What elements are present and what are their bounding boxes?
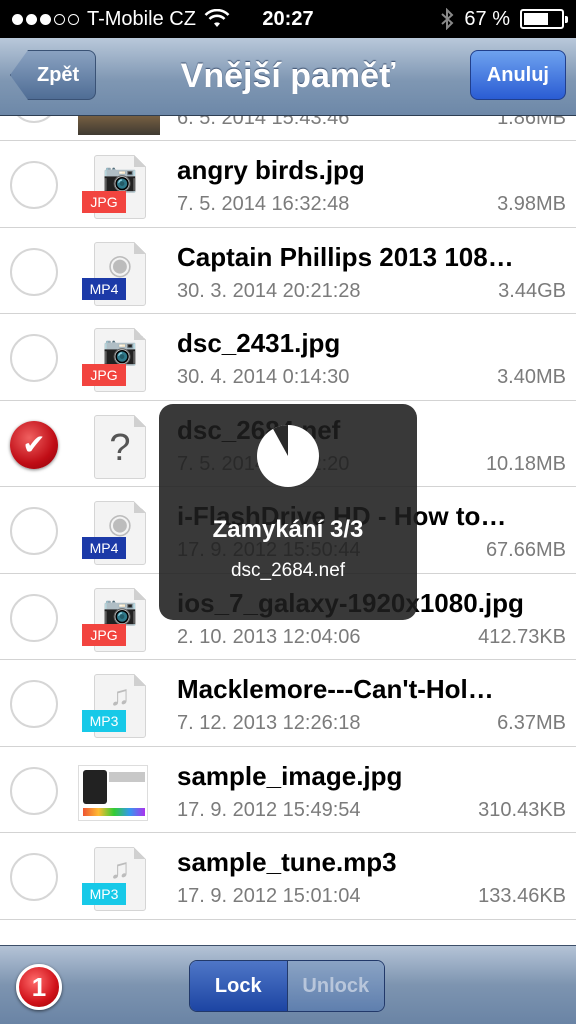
progress-hud: Zamykání 3/3 dsc_2684.nef xyxy=(159,404,417,620)
file-size: 3.98MB xyxy=(497,193,566,215)
file-size: 6.37MB xyxy=(497,712,566,734)
file-date: 2. 10. 2013 12:04:06 xyxy=(177,625,361,648)
checkbox-empty-icon[interactable] xyxy=(10,593,58,642)
jpg-file-icon: 📷 JPG xyxy=(78,328,148,392)
mp4-file-icon: ◉ MP4 xyxy=(78,501,148,565)
jpg-file-icon: 📷 JPG xyxy=(78,155,148,219)
checkbox-empty-icon[interactable] xyxy=(10,334,58,382)
file-row[interactable]: sample_image.jpg 17. 9. 2012 15:49:54 310.… xyxy=(0,746,576,833)
file-row[interactable]: ♫ MP3 Macklemore---Can't-Hol… 7. 12. 2013 1… xyxy=(0,660,576,747)
wifi-icon xyxy=(204,9,230,27)
file-size: 412.73KB xyxy=(478,625,566,648)
file-size: 310.43KB xyxy=(478,798,566,821)
jpg-file-icon: 📷 JPG xyxy=(78,587,148,652)
photo-thumbnail xyxy=(78,761,148,825)
file-date: 7. 12. 2013 12:26:18 xyxy=(177,712,361,734)
checkbox-checked-icon[interactable]: ✔ xyxy=(10,420,58,469)
signal-strength-icon xyxy=(12,13,79,25)
checkbox-empty-icon[interactable] xyxy=(10,507,58,555)
file-name: Captain Phillips 2013 108… xyxy=(177,241,514,272)
cancel-button[interactable]: Anuluj xyxy=(469,50,566,100)
back-button[interactable]: Zpět xyxy=(10,50,97,100)
file-name: angry birds.jpg xyxy=(177,155,365,185)
checkbox-empty-icon[interactable] xyxy=(10,247,58,296)
unlock-button[interactable]: Unlock xyxy=(287,961,384,1011)
file-date: 30. 3. 2014 20:21:28 xyxy=(177,279,361,302)
battery-percentage: 67 % xyxy=(464,7,510,30)
file-size: 3.44GB xyxy=(498,279,566,302)
checkbox-empty-icon[interactable] xyxy=(10,680,58,728)
file-row[interactable]: 📷 JPG dsc_2431.jpg 30. 4. 2014 0:14:30 3.40M… xyxy=(0,314,576,401)
mp3-file-icon: ♫ MP3 xyxy=(78,674,148,738)
checkbox-empty-icon[interactable] xyxy=(10,161,58,209)
checkbox-empty-icon[interactable] xyxy=(10,766,58,815)
file-name: Macklemore---Can't-Hol… xyxy=(177,674,494,704)
file-name: sample_tune.mp3 xyxy=(177,847,397,877)
page-title: Vnější paměť xyxy=(180,57,396,95)
file-row[interactable]: ◉ MP4 Captain Phillips 2013 108… 30. 3. 201… xyxy=(0,227,576,314)
bottom-toolbar: 1 Lock Unlock xyxy=(0,945,576,1024)
battery-icon xyxy=(520,9,568,29)
lock-button[interactable]: Lock xyxy=(190,961,288,1011)
file-date: 30. 4. 2014 0:14:30 xyxy=(177,366,350,388)
file-size: 10.18MB xyxy=(485,452,566,475)
file-row[interactable]: ♫ MP3 sample_tune.mp3 17. 9. 2012 15:01:04 1… xyxy=(0,833,576,920)
unknown-file-icon: ? xyxy=(78,414,148,479)
mp3-file-icon: ♫ MP3 xyxy=(78,847,148,911)
status-bar: T-Mobile CZ 20:27 67 % xyxy=(0,0,576,38)
lock-segmented-control: Lock Unlock xyxy=(189,960,385,1012)
progress-pie-icon xyxy=(257,425,319,487)
carrier-name: T-Mobile CZ xyxy=(87,7,196,30)
file-row[interactable]: 📷 JPG angry birds.jpg 7. 5. 2014 16:32:48 3.… xyxy=(0,141,576,228)
file-date: 7. 5. 2014 16:32:48 xyxy=(177,193,350,215)
file-size: 133.46KB xyxy=(478,885,566,907)
file-date: 17. 9. 2012 15:01:04 xyxy=(177,885,361,907)
mp4-file-icon: ◉ MP4 xyxy=(78,241,148,306)
bluetooth-icon xyxy=(441,8,454,30)
file-name: sample_image.jpg xyxy=(177,760,403,791)
checkbox-empty-icon[interactable] xyxy=(10,853,58,901)
file-size: 67.66MB xyxy=(485,539,566,561)
file-date: 17. 9. 2012 15:49:54 xyxy=(177,798,361,821)
navigation-bar: Zpět Vnější paměť Anuluj xyxy=(0,38,576,116)
hud-title: Zamykání 3/3 xyxy=(212,516,364,543)
selection-count-badge[interactable]: 1 xyxy=(16,964,62,1010)
hud-filename: dsc_2684.nef xyxy=(230,560,346,581)
file-size: 3.40MB xyxy=(497,366,566,388)
file-name: dsc_2431.jpg xyxy=(177,328,341,358)
